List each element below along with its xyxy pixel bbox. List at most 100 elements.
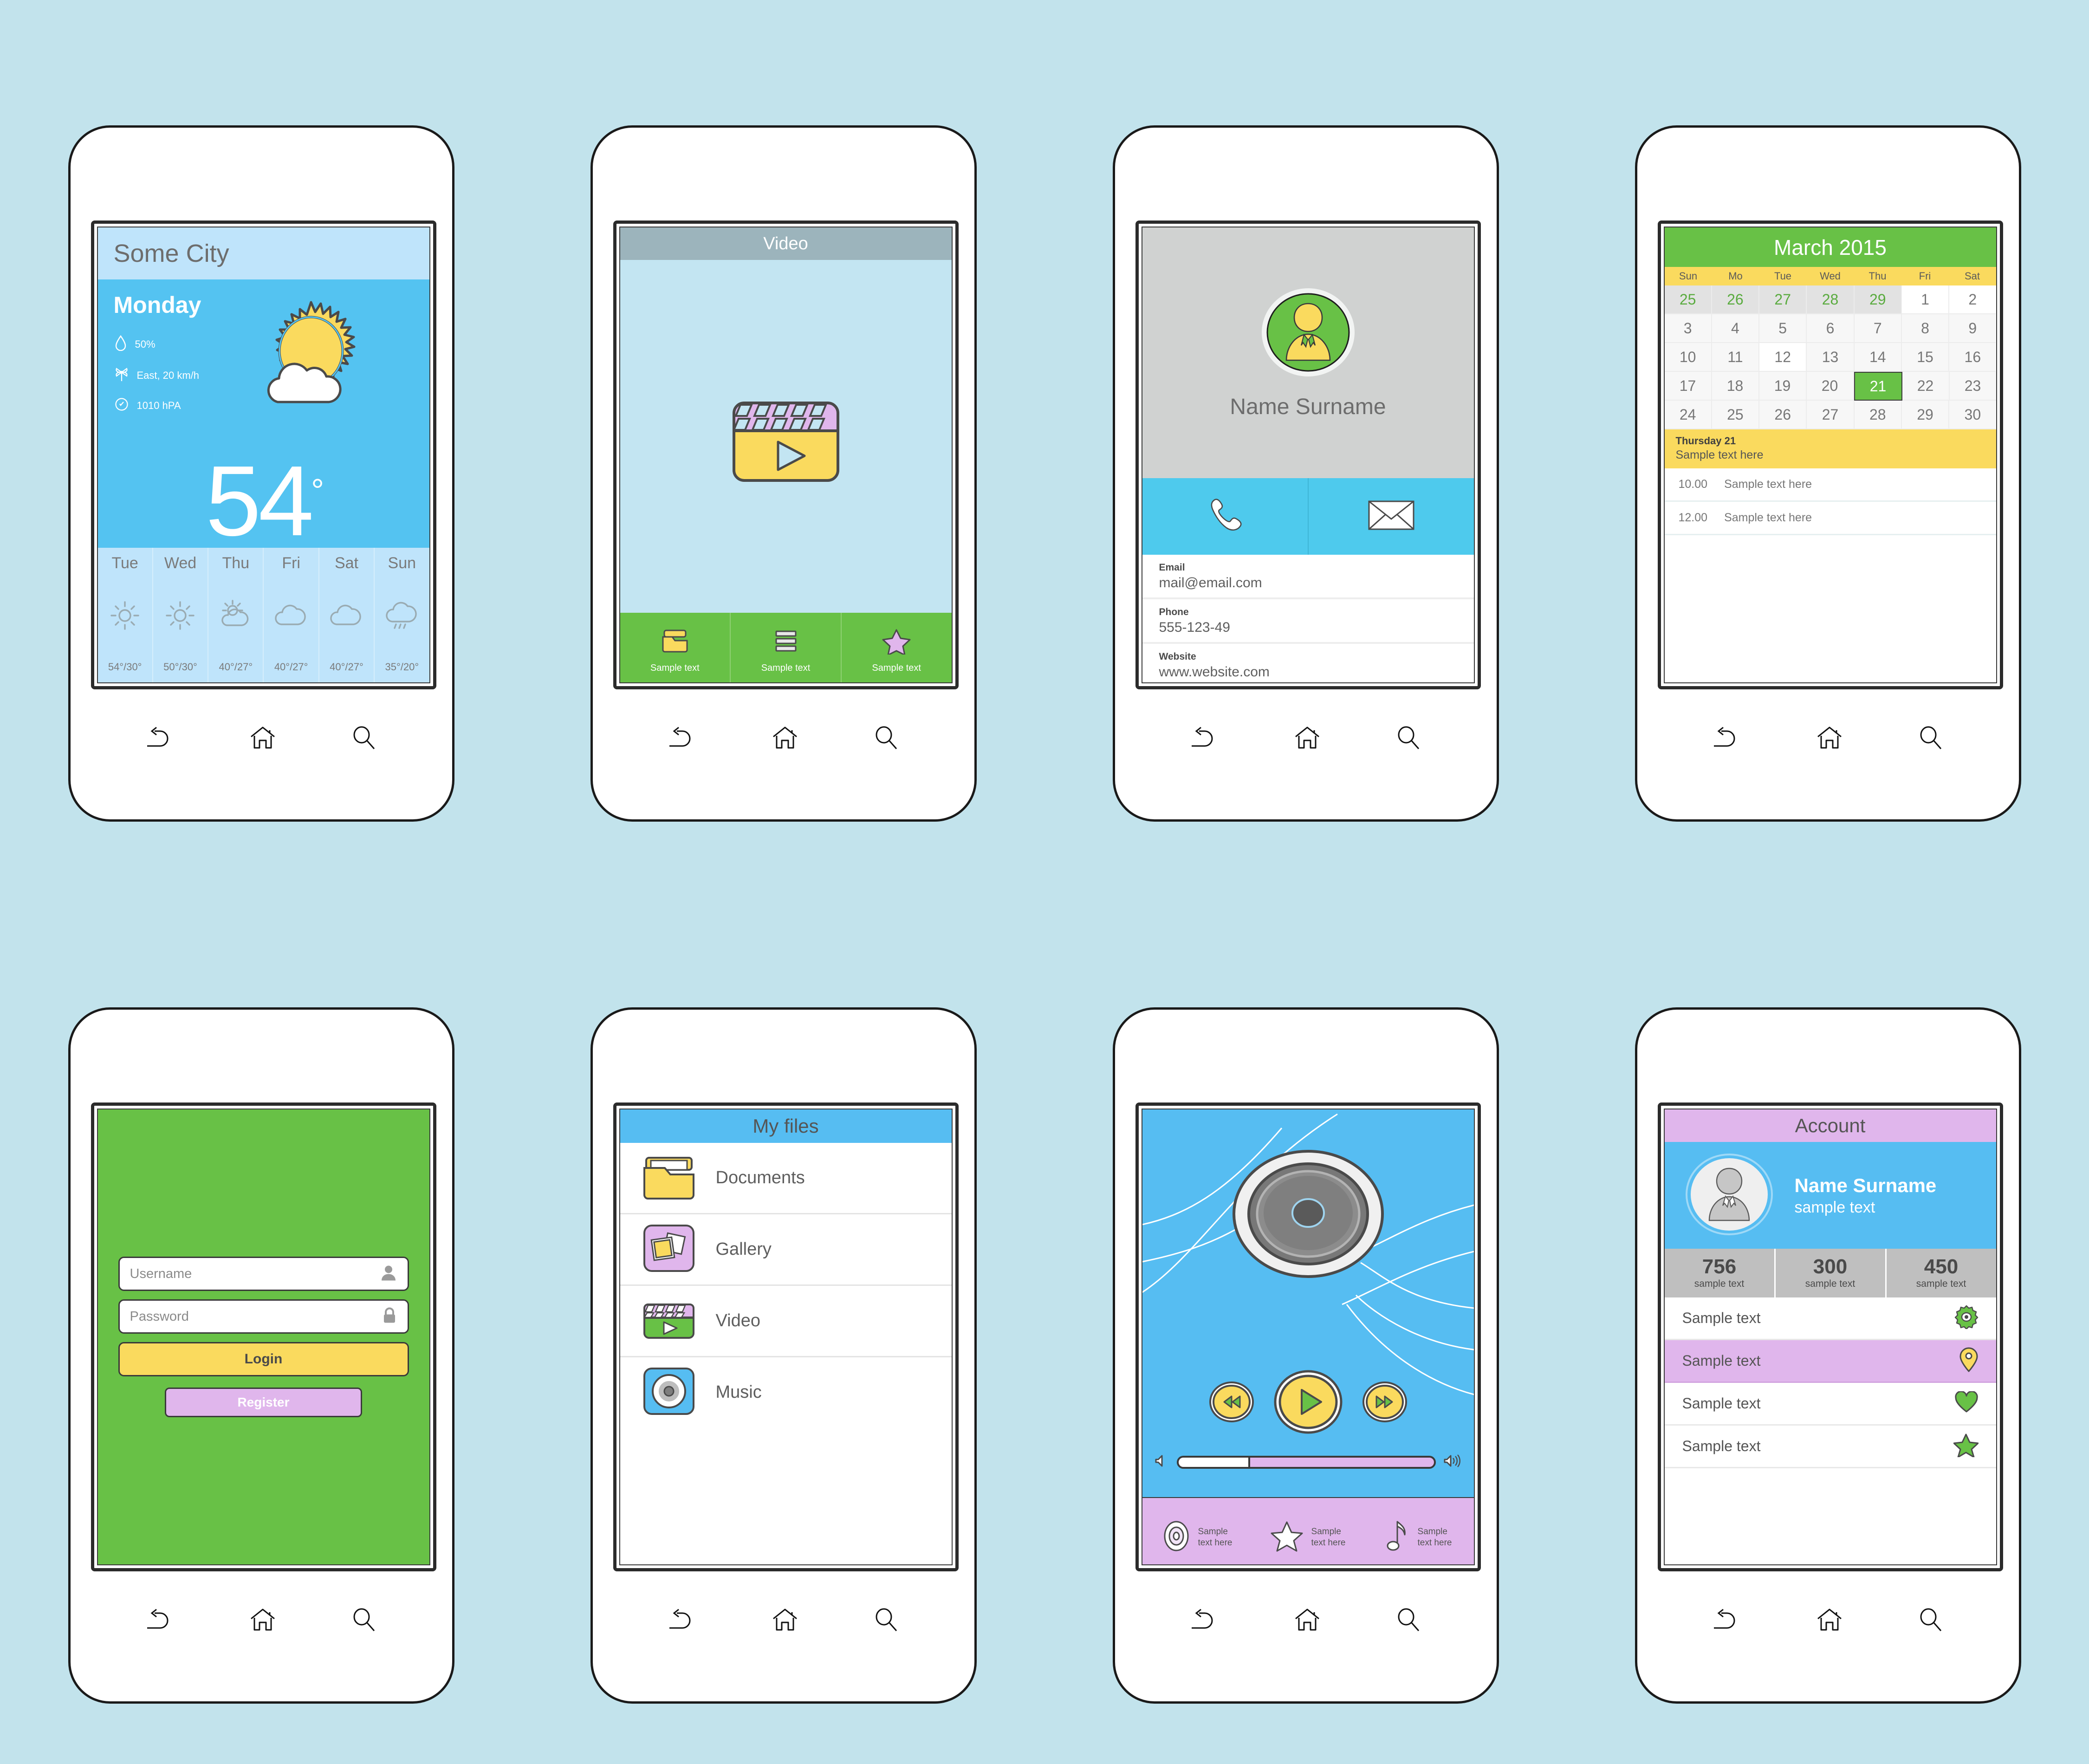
calendar-day[interactable]: 10: [1664, 343, 1712, 372]
forecast-day[interactable]: Sat 40°/27°: [318, 548, 374, 682]
calendar-day[interactable]: 7: [1854, 314, 1902, 343]
calendar-day[interactable]: 25: [1664, 285, 1712, 314]
calendar-day[interactable]: 19: [1759, 372, 1807, 401]
calendar-day[interactable]: 30: [1949, 401, 1996, 429]
volume-slider[interactable]: [1176, 1455, 1436, 1469]
search-icon[interactable]: [1919, 726, 1944, 751]
back-icon[interactable]: [145, 1608, 174, 1633]
back-icon[interactable]: [668, 1608, 696, 1633]
calendar-day[interactable]: 29: [1854, 285, 1902, 314]
clapperboard-play-icon[interactable]: [730, 385, 842, 487]
calendar-day[interactable]: 28: [1807, 285, 1855, 314]
calendar-day[interactable]: 14: [1854, 343, 1902, 372]
list-item[interactable]: Documents: [620, 1143, 952, 1214]
forecast-day[interactable]: Fri 40°/27°: [263, 548, 318, 682]
forecast-day[interactable]: Thu 40°/27°: [208, 548, 263, 682]
tab-list[interactable]: Sample text: [730, 613, 841, 682]
forecast-day-name: Tue: [111, 554, 138, 572]
calendar-day[interactable]: 20: [1806, 372, 1854, 401]
calendar-day-selected[interactable]: 21: [1854, 372, 1902, 401]
calendar-day[interactable]: 16: [1949, 343, 1996, 372]
calendar-day[interactable]: 25: [1712, 401, 1760, 429]
account-row-starred[interactable]: Sample text: [1664, 1426, 1996, 1468]
calendar-day[interactable]: 9: [1949, 314, 1996, 343]
list-item[interactable]: Gallery: [620, 1214, 952, 1286]
calendar-day[interactable]: 27: [1807, 401, 1855, 429]
forecast-day[interactable]: Wed 50°/30°: [152, 548, 208, 682]
list-item[interactable]: Video: [620, 1286, 952, 1357]
register-button[interactable]: Register: [164, 1388, 363, 1417]
tab-star[interactable]: Sample text here: [1253, 1498, 1363, 1564]
calendar-event-row[interactable]: 10.00 Sample text here: [1664, 468, 1996, 502]
tab-folder[interactable]: Sample text: [620, 613, 730, 682]
calendar-day[interactable]: 22: [1902, 372, 1950, 401]
password-input[interactable]: Password: [118, 1299, 409, 1334]
home-icon[interactable]: [772, 1608, 798, 1633]
calendar-event-row[interactable]: 12.00 Sample text here: [1664, 502, 1996, 535]
search-icon[interactable]: [874, 726, 899, 751]
home-icon[interactable]: [249, 1608, 276, 1633]
stat-item[interactable]: 300 sample text: [1776, 1249, 1887, 1297]
stat-item[interactable]: 756 sample text: [1665, 1249, 1776, 1297]
calendar-day[interactable]: 8: [1901, 314, 1950, 343]
username-input[interactable]: Username: [118, 1257, 409, 1291]
calendar-day[interactable]: 26: [1712, 285, 1760, 314]
search-icon[interactable]: [1396, 1608, 1421, 1633]
account-row-location[interactable]: Sample text: [1664, 1340, 1996, 1383]
calendar-day[interactable]: 11: [1712, 343, 1760, 372]
back-icon[interactable]: [1712, 726, 1741, 751]
home-icon[interactable]: [1294, 726, 1321, 751]
forecast-day[interactable]: Sun 35°/20°: [374, 548, 429, 682]
home-icon[interactable]: [772, 726, 798, 751]
calendar-day[interactable]: 18: [1712, 372, 1759, 401]
search-icon[interactable]: [1396, 726, 1421, 751]
calendar-day[interactable]: 12: [1759, 343, 1807, 372]
contact-field[interactable]: Website www.website.com: [1142, 644, 1474, 682]
stat-item[interactable]: 450 sample text: [1887, 1249, 1996, 1297]
calendar-day[interactable]: 28: [1854, 401, 1902, 429]
contact-field[interactable]: Phone 555-123-49: [1142, 599, 1474, 644]
contact-field[interactable]: Email mail@email.com: [1142, 555, 1474, 599]
calendar-day[interactable]: 5: [1759, 314, 1807, 343]
back-icon[interactable]: [145, 726, 174, 751]
calendar-day[interactable]: 13: [1807, 343, 1855, 372]
calendar-day[interactable]: 15: [1901, 343, 1950, 372]
back-icon[interactable]: [1190, 726, 1219, 751]
tab-disc[interactable]: Sample text here: [1142, 1498, 1253, 1564]
calendar-day[interactable]: 17: [1664, 372, 1712, 401]
account-row-settings[interactable]: Sample text: [1664, 1297, 1996, 1340]
calendar-day[interactable]: 27: [1759, 285, 1807, 314]
search-icon[interactable]: [1919, 1608, 1944, 1633]
forecast-day-name: Sat: [334, 554, 358, 572]
back-icon[interactable]: [1712, 1608, 1741, 1633]
calendar-day[interactable]: 29: [1901, 401, 1950, 429]
call-action[interactable]: [1142, 478, 1308, 555]
calendar-day[interactable]: 23: [1949, 372, 1996, 401]
home-icon[interactable]: [249, 726, 276, 751]
calendar-day[interactable]: 1: [1901, 285, 1950, 314]
rewind-button[interactable]: [1208, 1381, 1255, 1426]
email-action[interactable]: [1307, 478, 1474, 555]
search-icon[interactable]: [874, 1608, 899, 1633]
play-button[interactable]: [1273, 1369, 1343, 1437]
calendar-day[interactable]: 24: [1664, 401, 1712, 429]
calendar-day[interactable]: 2: [1949, 285, 1996, 314]
list-item[interactable]: Music: [620, 1357, 952, 1427]
search-icon[interactable]: [352, 726, 377, 751]
calendar-day[interactable]: 26: [1759, 401, 1807, 429]
search-icon[interactable]: [352, 1608, 377, 1633]
home-icon[interactable]: [1816, 1608, 1843, 1633]
fast-forward-button[interactable]: [1362, 1381, 1408, 1426]
tab-note[interactable]: Sample text here: [1363, 1498, 1474, 1564]
tab-star[interactable]: Sample text: [840, 613, 952, 682]
forecast-day[interactable]: Tue 54°/30°: [98, 548, 152, 682]
calendar-day[interactable]: 3: [1664, 314, 1712, 343]
home-icon[interactable]: [1816, 726, 1843, 751]
calendar-day[interactable]: 6: [1807, 314, 1855, 343]
calendar-day[interactable]: 4: [1712, 314, 1760, 343]
home-icon[interactable]: [1294, 1608, 1321, 1633]
back-icon[interactable]: [668, 726, 696, 751]
back-icon[interactable]: [1190, 1608, 1219, 1633]
login-button[interactable]: Login: [118, 1342, 409, 1376]
account-row-favorites[interactable]: Sample text: [1664, 1383, 1996, 1426]
